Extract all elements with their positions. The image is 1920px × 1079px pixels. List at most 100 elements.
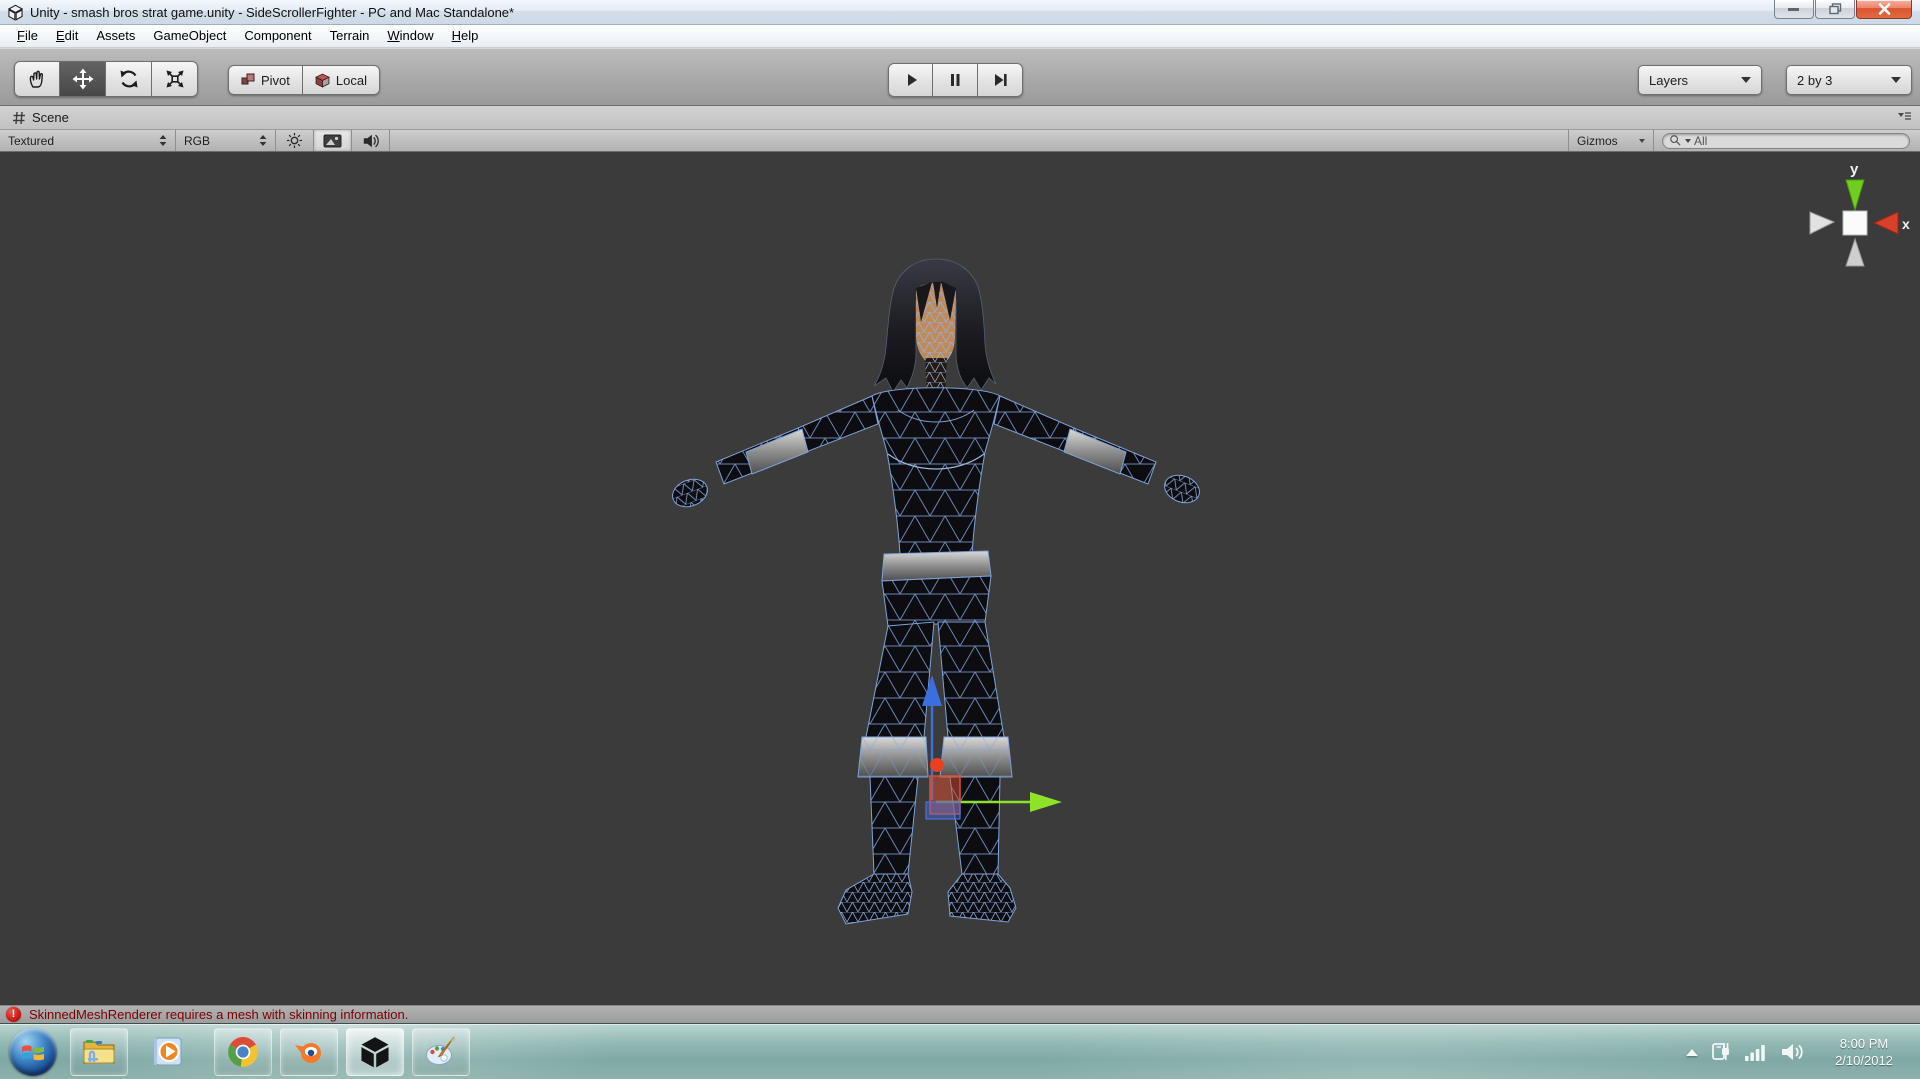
draw-mode-dropdown[interactable]: Textured — [0, 130, 176, 151]
scene-search-field[interactable] — [1662, 132, 1910, 149]
gizmos-dropdown[interactable]: Gizmos — [1568, 130, 1654, 151]
local-label: Local — [335, 72, 367, 88]
pivot-mode-button[interactable]: Pivot — [228, 65, 303, 95]
search-icon — [1670, 135, 1681, 146]
menu-component[interactable]: Component — [235, 25, 320, 47]
axis-orientation-gizmo[interactable]: y x — [1796, 156, 1916, 274]
error-icon: ! — [6, 1007, 21, 1022]
windows-flag-icon — [22, 1045, 44, 1061]
taskbar-media-player-button[interactable] — [140, 1028, 198, 1076]
step-button[interactable] — [978, 63, 1023, 97]
rotate-icon — [120, 70, 137, 88]
power-plug-icon[interactable] — [1710, 1039, 1732, 1065]
axis-y-cone[interactable] — [1845, 179, 1865, 212]
menu-gameobject[interactable]: GameObject — [144, 25, 235, 47]
gizmo-x-arrow[interactable] — [1030, 792, 1062, 812]
hand-tool-button[interactable] — [14, 61, 60, 97]
chrome-icon — [228, 1037, 258, 1067]
gizmo-center-dot[interactable] — [930, 758, 944, 772]
clock-date: 2/10/2012 — [1835, 1053, 1893, 1068]
windows-explorer-icon — [83, 1040, 115, 1064]
taskbar-explorer-button[interactable] — [70, 1028, 128, 1076]
menu-bar: File Edit Assets GameObject Component Te… — [0, 25, 1920, 48]
axis-x-cone[interactable] — [1872, 211, 1899, 235]
play-button[interactable] — [888, 63, 933, 97]
control-bar-spacer — [390, 130, 1568, 151]
hidden-icons-arrow-icon[interactable] — [1686, 1048, 1698, 1056]
scene-control-bar: Textured RGB Gizmos — [0, 130, 1920, 152]
unity-window: Unity - smash bros strat game.unity - Si… — [0, 0, 1920, 1079]
unity-logo-icon — [7, 4, 24, 26]
gizmos-label: Gizmos — [1577, 133, 1618, 148]
status-bar[interactable]: ! SkinnedMeshRenderer requires a mesh wi… — [0, 1005, 1920, 1023]
taskbar-paint-button[interactable] — [412, 1028, 470, 1076]
taskbar-chrome-button[interactable] — [214, 1028, 272, 1076]
layers-dropdown[interactable]: Layers — [1638, 65, 1762, 95]
clock-time: 8:00 PM — [1839, 1036, 1889, 1051]
menu-terrain[interactable]: Terrain — [321, 25, 379, 47]
play-icon — [907, 74, 917, 86]
close-button[interactable] — [1856, 0, 1912, 19]
axis-neg-x-cone[interactable] — [1809, 211, 1836, 235]
updown-arrows-icon — [259, 135, 267, 146]
axis-center-cube[interactable] — [1842, 210, 1868, 236]
render-effects-toggle[interactable] — [314, 130, 352, 151]
scale-tool-button[interactable] — [152, 61, 198, 97]
title-bar[interactable]: Unity - smash bros strat game.unity - Si… — [0, 0, 1920, 25]
pause-button[interactable] — [933, 63, 978, 97]
updown-arrows-icon — [159, 135, 167, 146]
rotate-tool-button[interactable] — [106, 61, 152, 97]
layout-label: 2 by 3 — [1797, 72, 1833, 88]
color-mode-label: RGB — [184, 133, 211, 148]
menu-window[interactable]: Window — [378, 25, 442, 47]
image-icon — [323, 134, 342, 147]
chevron-down-icon — [1741, 77, 1751, 83]
restore-button[interactable] — [1815, 0, 1855, 19]
layout-dropdown[interactable]: 2 by 3 — [1786, 65, 1912, 95]
speaker-icon — [363, 134, 379, 147]
menu-file[interactable]: File — [8, 25, 47, 47]
menu-help[interactable]: Help — [443, 25, 488, 47]
grid-icon — [13, 111, 25, 125]
taskbar-unity-button[interactable] — [346, 1028, 404, 1076]
search-input[interactable] — [1694, 133, 1894, 148]
windows-taskbar: 8:00 PM 2/10/2012 — [0, 1023, 1920, 1079]
tab-scene[interactable]: Scene — [0, 106, 79, 130]
network-signal-icon[interactable] — [1744, 1042, 1768, 1062]
pivot-label: Pivot — [261, 72, 290, 88]
step-icon — [995, 74, 1007, 86]
local-mode-button[interactable]: Local — [302, 65, 380, 95]
volume-speaker-icon[interactable] — [1780, 1041, 1806, 1063]
axis-y-label: y — [1850, 161, 1859, 178]
local-cube-icon — [315, 73, 330, 88]
chevron-down-icon — [1891, 77, 1901, 83]
taskbar-blender-button[interactable] — [280, 1028, 338, 1076]
chevron-down-icon — [1639, 138, 1645, 143]
search-filter-caret-icon — [1685, 138, 1691, 143]
menu-edit[interactable]: Edit — [47, 25, 87, 47]
start-button[interactable] — [9, 1028, 57, 1076]
scale-icon — [166, 70, 183, 88]
menu-assets[interactable]: Assets — [87, 25, 144, 47]
axis-x-label: x — [1902, 216, 1910, 232]
axis-neg-y-cone[interactable] — [1845, 237, 1865, 267]
pivot-icon — [241, 73, 255, 85]
draw-mode-label: Textured — [8, 133, 55, 148]
blender-icon — [295, 1043, 321, 1063]
tab-options-icon[interactable] — [1896, 110, 1912, 129]
unity-icon — [361, 1037, 389, 1068]
search-area — [1654, 130, 1920, 151]
color-mode-dropdown[interactable]: RGB — [176, 130, 276, 151]
move-tool-button[interactable] — [60, 61, 106, 97]
minimize-button[interactable] — [1774, 0, 1814, 19]
lighting-toggle[interactable] — [276, 130, 314, 151]
unity-toolbar: Pivot Local Layers 2 by 3 — [0, 48, 1920, 106]
move-icon — [72, 68, 93, 90]
scene-viewport[interactable]: y x — [0, 152, 1920, 1005]
taskbar-clock[interactable]: 8:00 PM 2/10/2012 — [1818, 1035, 1910, 1069]
character-model — [672, 258, 1200, 925]
scene-tab-label: Scene — [32, 110, 69, 125]
layers-label: Layers — [1649, 72, 1689, 88]
audio-toggle[interactable] — [352, 130, 390, 151]
paint-icon — [426, 1036, 456, 1065]
